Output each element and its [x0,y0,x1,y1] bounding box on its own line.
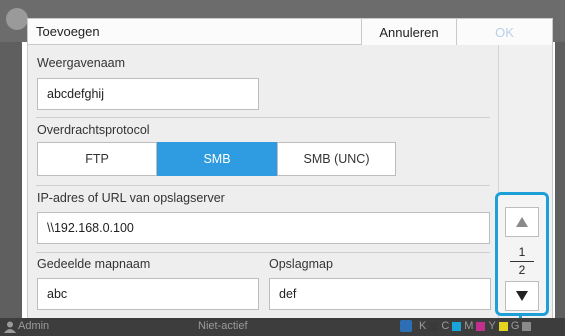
ink-label-c: C [441,320,450,332]
shared-folder-field[interactable]: abc [37,278,259,310]
protocol-smb-unc-button[interactable]: SMB (UNC) [277,142,396,176]
server-label: IP-adres of URL van opslagserver [37,191,225,205]
status-bar: Admin Niet-actief K C M Y G [0,318,565,336]
scanner-icon [400,320,412,332]
background-left-strip [0,42,22,318]
ink-label-g: G [510,320,520,332]
ok-button[interactable]: OK [456,19,552,45]
ink-swatch-k [429,321,439,331]
divider [36,252,490,253]
dialog-title: Toevoegen [36,24,100,39]
gear-icon [6,8,28,30]
scroll-down-button[interactable] [505,281,539,311]
storage-folder-field[interactable]: def [269,278,491,310]
ink-swatch-g [522,321,532,331]
user-icon [4,321,16,333]
status-state: Niet-actief [198,320,248,332]
protocol-label: Overdrachtsprotocol [37,123,150,137]
display-name-field[interactable]: abcdefghij [37,78,259,110]
ink-swatch-y [498,321,508,331]
ink-label-y: Y [488,320,496,332]
display-name-label: Weergavenaam [37,56,126,70]
add-dialog: Toevoegen Annuleren OK Weergavenaam abcd… [27,18,553,319]
page-scroller: 1 2 [495,192,549,316]
scroll-up-button[interactable] [505,207,539,237]
page-total: 2 [518,263,526,277]
dialog-header: Toevoegen Annuleren OK [28,19,552,45]
page-fraction-line [510,261,534,262]
divider [36,185,490,186]
arrow-up-icon [516,217,528,227]
protocol-smb-button[interactable]: SMB [157,142,277,176]
background-right-strip [555,42,565,318]
form-content: Weergavenaam abcdefghij Overdrachtsproto… [28,45,498,319]
ink-label-m: M [464,320,474,332]
divider [36,117,490,118]
ink-label-k: K [419,320,427,332]
arrow-down-icon [516,291,528,301]
status-user: Admin [18,320,50,332]
ink-levels: K C M Y G [400,320,532,332]
server-address-field[interactable]: \\192.168.0.100 [37,212,490,244]
cancel-button[interactable]: Annuleren [361,19,456,45]
shared-folder-label: Gedeelde mapnaam [37,257,151,271]
protocol-ftp-button[interactable]: FTP [37,142,157,176]
page-current: 1 [518,245,526,259]
ink-swatch-c [452,321,462,331]
ink-swatch-m [476,321,486,331]
storage-folder-label: Opslagmap [269,257,333,271]
